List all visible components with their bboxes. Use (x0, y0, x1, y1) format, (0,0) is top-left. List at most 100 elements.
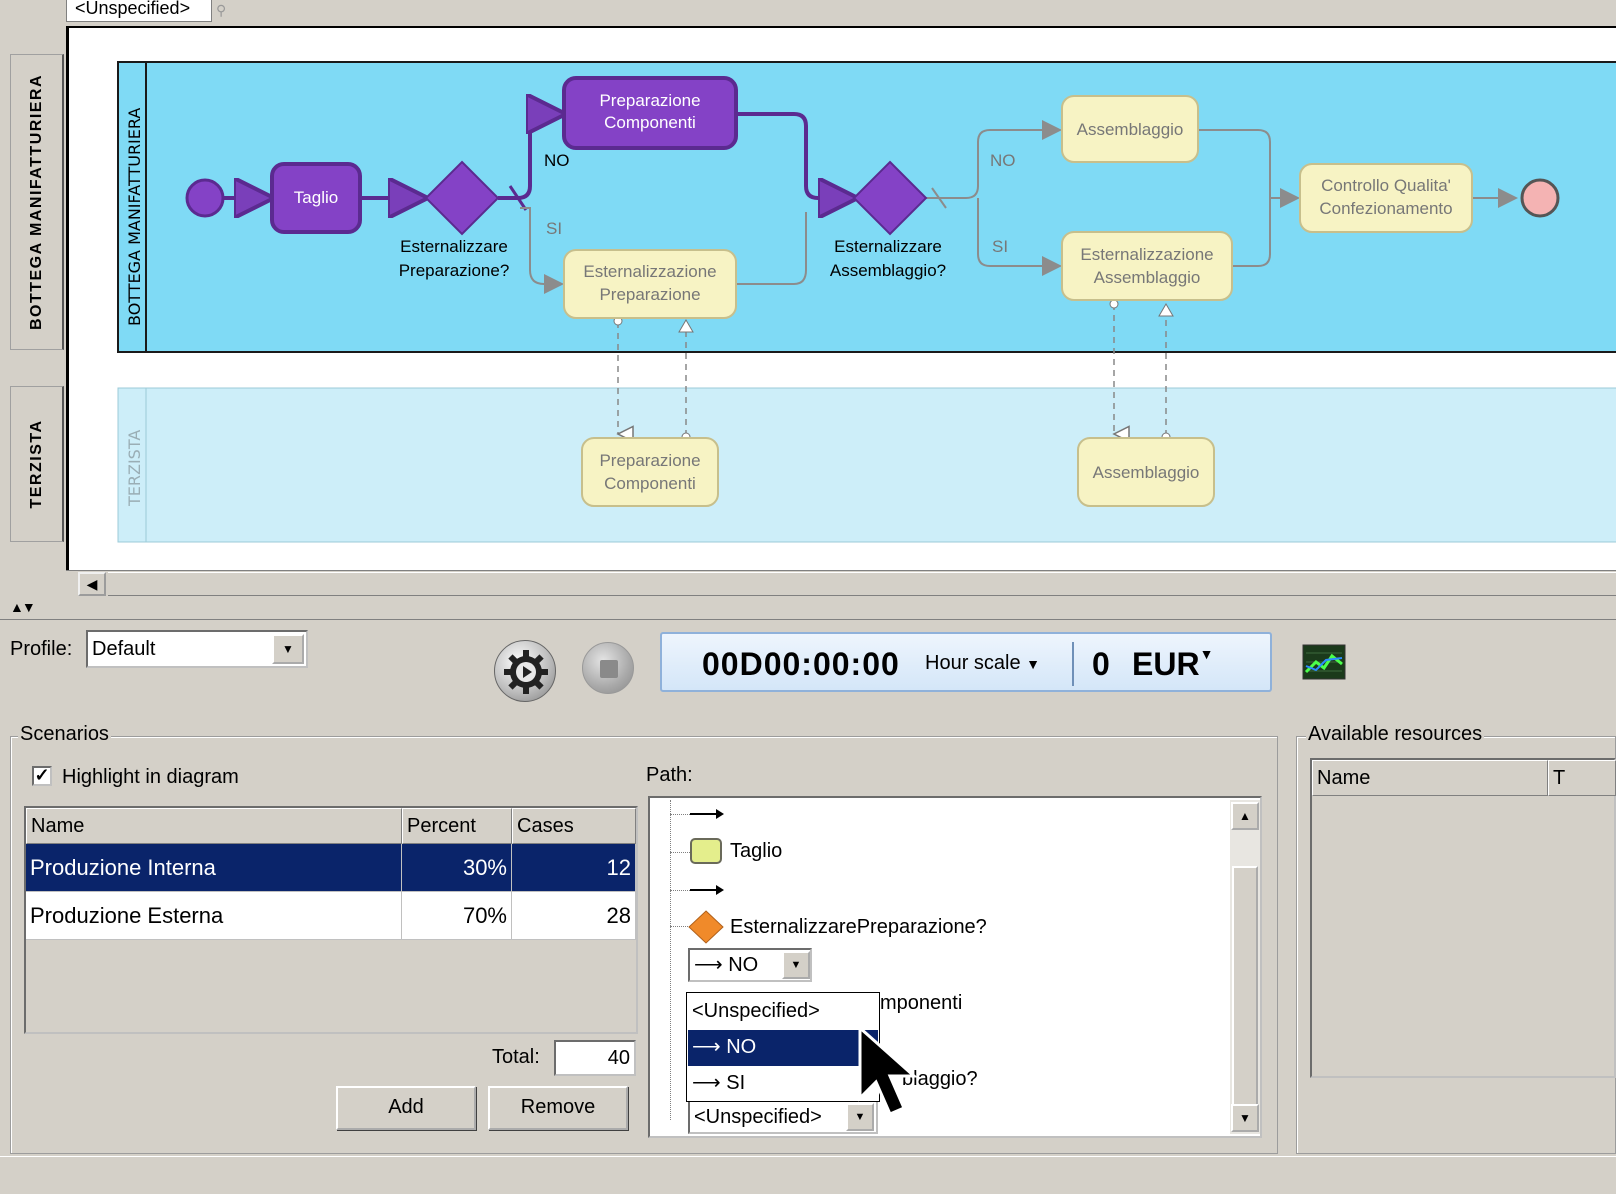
dropdown-option-label: NO (726, 1036, 757, 1058)
end-event (1520, 178, 1560, 218)
svg-text:Assemblaggio: Assemblaggio (1077, 120, 1184, 139)
column-header-percent[interactable]: Percent (402, 808, 512, 844)
svg-text:NO: NO (990, 151, 1016, 170)
svg-text:Esternalizzazione: Esternalizzazione (583, 262, 716, 281)
column-header-type[interactable]: T (1548, 760, 1616, 796)
resources-table[interactable] (1310, 758, 1616, 1078)
currency-label: EUR (1132, 646, 1200, 682)
path-item-hidden-task[interactable]: mponenti (880, 992, 962, 1015)
arrow-right-icon: ⟶ (694, 954, 723, 976)
window-bottom-edge (0, 1156, 1616, 1194)
scrollbar-thumb[interactable] (1232, 866, 1258, 1108)
chevron-down-icon[interactable]: ▼ (272, 634, 304, 664)
remove-button[interactable]: Remove (488, 1086, 628, 1130)
column-header-name[interactable]: Name (1312, 760, 1548, 796)
stop-icon (600, 660, 618, 678)
pool-tab-label: BOTTEGA MANIFATTURIERA (27, 73, 45, 331)
svg-text:NO: NO (544, 151, 570, 170)
cell-cases[interactable]: 12 (512, 844, 636, 892)
task-terzista-preparazione (581, 437, 719, 507)
diagram-filter-combo[interactable]: <Unspecified> (66, 0, 212, 22)
cell-percent[interactable]: 70% (402, 892, 512, 940)
cell-name[interactable]: Produzione Esterna (26, 892, 402, 940)
run-simulation-button[interactable] (494, 640, 556, 702)
dropdown-option-si[interactable]: ⟶ SI (688, 1066, 878, 1102)
svg-text:SI: SI (546, 219, 562, 238)
stop-simulation-button[interactable] (582, 642, 634, 694)
arrow-right-icon: ⟶ (692, 1036, 721, 1058)
simulation-time: 00D00:00:00 (702, 646, 900, 682)
svg-text:Preparazione: Preparazione (599, 285, 700, 304)
scroll-down-icon[interactable]: ▼ (1231, 1104, 1259, 1132)
total-label: Total: (492, 1046, 540, 1068)
cell-cases[interactable]: 28 (512, 892, 636, 940)
add-button[interactable]: Add (336, 1086, 476, 1130)
tree-connector (670, 926, 690, 927)
highlight-checkbox[interactable]: ✓ (32, 766, 52, 786)
choice-dropdown-list[interactable]: <Unspecified> ⟶ NO ⟶ SI (686, 992, 880, 1102)
cell-percent[interactable]: 30% (402, 844, 512, 892)
svg-text:Preparazione?: Preparazione? (399, 261, 510, 280)
scenarios-title: Scenarios (18, 723, 111, 746)
currency-dropdown[interactable]: EUR▼ (1132, 646, 1213, 683)
svg-text:Assemblaggio?: Assemblaggio? (830, 261, 946, 280)
svg-text:Componenti: Componenti (604, 474, 696, 493)
total-field: 40 (554, 1040, 636, 1076)
gear-play-icon (504, 650, 548, 694)
sequence-flow-icon (690, 885, 724, 895)
pool-label-bottega: BOTTEGA MANIFATTURIERA (125, 108, 144, 326)
highlight-label: Highlight in diagram (62, 766, 239, 788)
gateway-choice-value: NO (728, 954, 759, 976)
pool-tab-terzista[interactable]: TERZISTA (10, 386, 64, 542)
task-taglio-label: Taglio (294, 188, 338, 207)
dropdown-option-unspecified[interactable]: <Unspecified> (688, 994, 878, 1030)
sequence-flow-icon (690, 809, 724, 819)
svg-text:Preparazione: Preparazione (599, 451, 700, 470)
gateway-icon (688, 910, 724, 944)
svg-text:Controllo Qualita': Controllo Qualita' (1321, 176, 1451, 195)
dropdown-arrow-icon: ▼ (1026, 656, 1041, 672)
pool-label-terzista: TERZISTA (125, 430, 144, 507)
resources-title: Available resources (1306, 723, 1485, 746)
svg-text:Assemblaggio: Assemblaggio (1093, 463, 1200, 482)
task-icon (690, 838, 722, 864)
mouse-cursor-icon (858, 1024, 918, 1116)
start-event (185, 178, 225, 218)
task-prep-label-1: Preparazione (599, 91, 700, 110)
lane-terzista (117, 387, 1616, 543)
tree-connector (670, 852, 690, 853)
svg-text:SI: SI (992, 237, 1008, 256)
scrollbar-track[interactable] (108, 572, 1616, 596)
dropdown-option-no[interactable]: ⟶ NO (688, 1030, 878, 1066)
pool-tab-label: TERZISTA (27, 419, 45, 509)
profile-label: Profile: (10, 638, 73, 660)
task-controllo-qualita (1299, 163, 1473, 233)
bpmn-diagram: BOTTEGA MANIFATTURIERA TERZISTA Taglio P (117, 61, 1616, 543)
hour-scale-label: Hour scale (925, 652, 1021, 674)
path-label: Path: (646, 764, 693, 786)
path-item-gateway[interactable]: EsternalizzarePreparazione? (730, 916, 987, 939)
pool-tab-bottega[interactable]: BOTTEGA MANIFATTURIERA (10, 54, 64, 350)
dropdown-option-label: SI (726, 1072, 746, 1094)
arrow-right-icon: ⟶ (692, 1072, 721, 1094)
svg-text:Assemblaggio: Assemblaggio (1094, 268, 1201, 287)
path-item-taglio[interactable]: Taglio (730, 840, 782, 863)
task-prep-label-2: Componenti (604, 113, 696, 132)
hour-scale-dropdown[interactable]: Hour scale ▼ (925, 652, 1040, 675)
tree-connector (670, 800, 671, 1120)
panel-splitter[interactable] (0, 598, 1616, 620)
chevron-down-icon[interactable]: ▼ (782, 951, 810, 979)
splitter-arrows-icon[interactable]: ▲▼ (10, 600, 36, 614)
scroll-left-icon[interactable]: ◀ (78, 572, 106, 596)
cell-name[interactable]: Produzione Interna (26, 844, 402, 892)
clock-divider (1072, 642, 1074, 686)
scroll-up-icon[interactable]: ▲ (1231, 802, 1259, 830)
search-icon[interactable]: ⚲ (216, 2, 236, 20)
line-chart-icon[interactable] (1302, 644, 1346, 680)
svg-text:Confezionamento: Confezionamento (1319, 199, 1452, 218)
diagram-top-bar (0, 0, 1616, 26)
column-header-name[interactable]: Name (26, 808, 402, 844)
tree-connector (670, 890, 690, 891)
task-esternalizzazione-assemblaggio (1061, 231, 1233, 301)
column-header-cases[interactable]: Cases (512, 808, 636, 844)
